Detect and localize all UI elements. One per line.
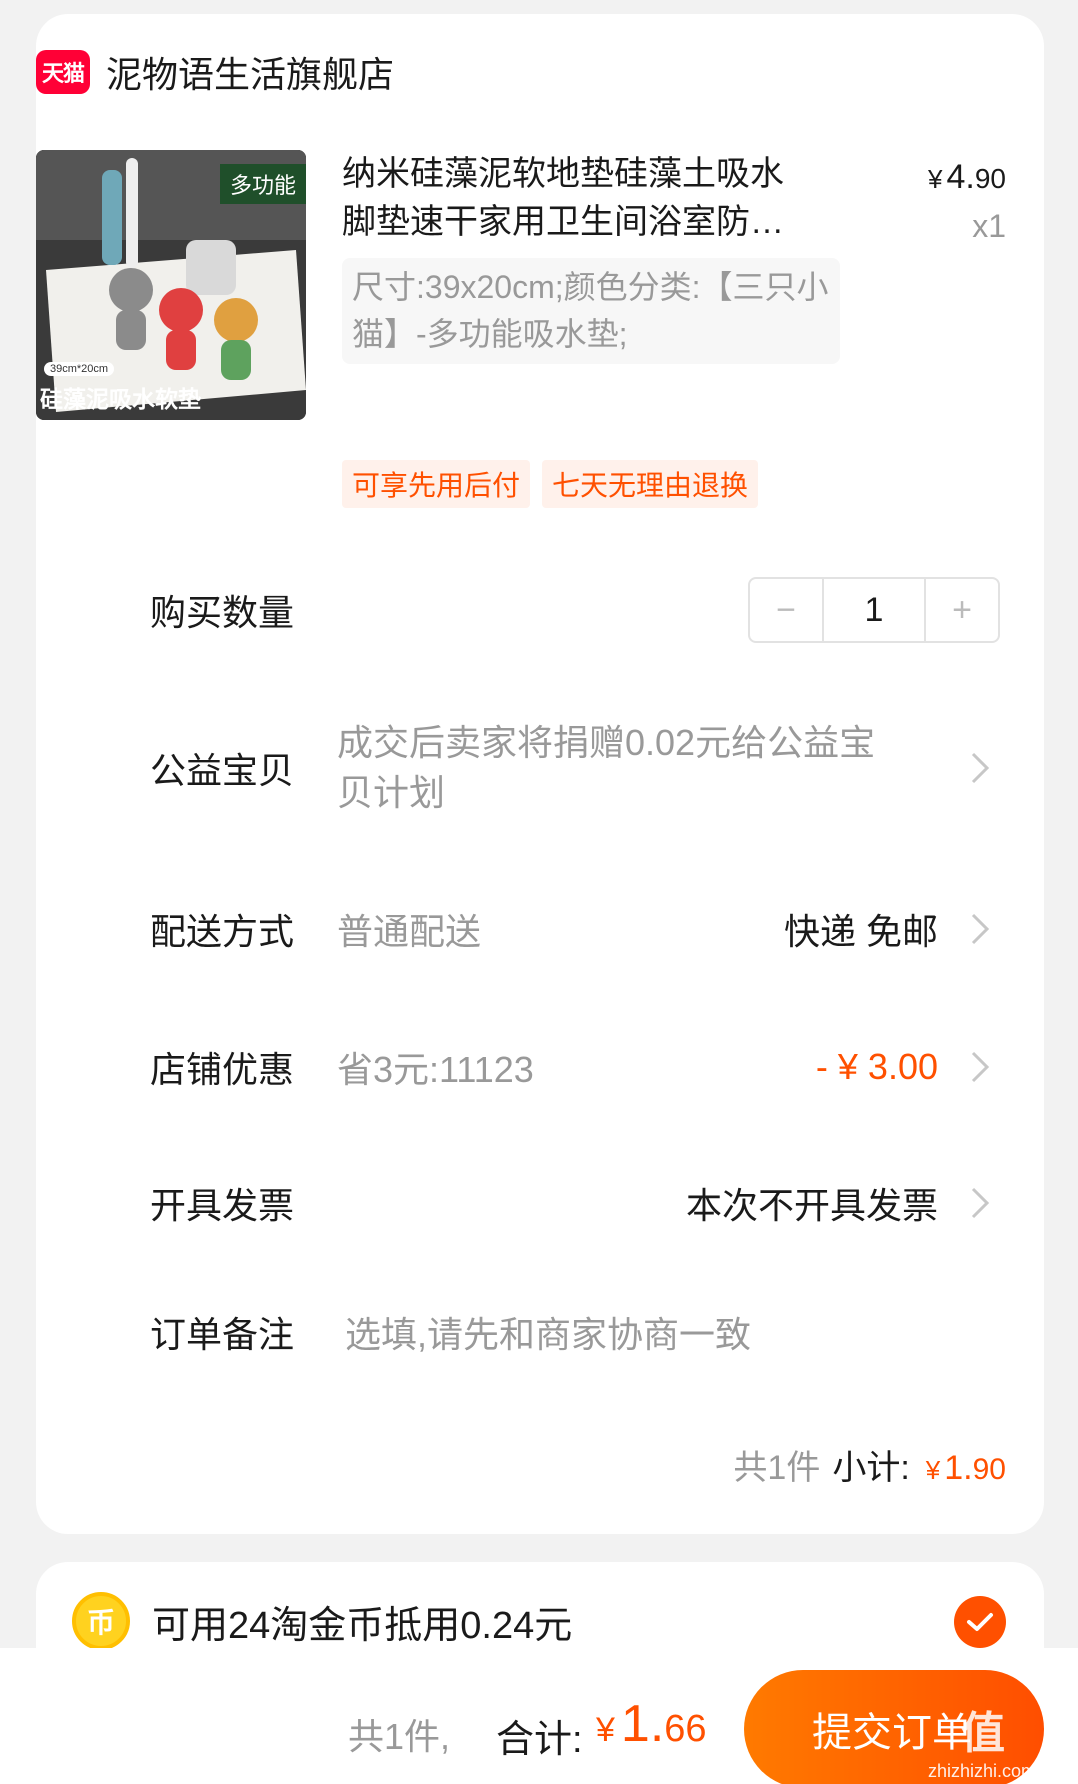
chevron-right-icon (960, 1183, 1000, 1223)
increase-button[interactable]: + (926, 579, 998, 641)
product-image-caption: 硅藻泥吸水软垫 (40, 386, 201, 412)
chevron-right-icon (960, 909, 1000, 949)
badge-seven-day-return: 七天无理由退换 (542, 460, 759, 508)
price-currency: ¥ (928, 164, 943, 194)
check-icon (967, 1613, 993, 1631)
price-dec: 90 (974, 163, 1006, 194)
decrease-button[interactable]: − (750, 579, 822, 641)
subtotal-amount: ¥1.90 (925, 1449, 1006, 1487)
product-image[interactable]: 多功能 39cm*20cm 硅藻泥吸水软垫 (36, 150, 306, 420)
invoice-row[interactable]: 开具发票 本次不开具发票 (150, 1180, 1000, 1226)
shop-discount-label: 店铺优惠 (150, 1049, 295, 1090)
shop-name[interactable]: 泥物语生活旗舰店 (106, 46, 394, 98)
delivery-row[interactable]: 配送方式 普通配送 快递 免邮 (150, 906, 1000, 952)
submit-order-button[interactable]: 提交订单 值 zhizhizhi.com (744, 1670, 1044, 1784)
total-amount: ¥1. 66 (596, 1695, 707, 1753)
product-price: ¥4.90 (928, 158, 1006, 197)
quantity-stepper[interactable]: − 1 + (748, 577, 1000, 643)
total-count: 共1件, (348, 1716, 451, 1757)
product-spec[interactable]: 尺寸:39x20cm;颜色分类:【三只小猫】-多功能吸水垫; (342, 258, 840, 364)
product-quantity: x1 (972, 208, 1006, 244)
chevron-right-icon (960, 1047, 1000, 1087)
total-label: 合计: (496, 1719, 583, 1761)
subtotal-label: 小计: (832, 1449, 910, 1487)
badge-pay-later: 可享先用后付 (342, 460, 531, 508)
shop-discount-amount: - ¥ 3.00 (815, 1046, 938, 1087)
shop-discount-value: 省3元:11123 (337, 1049, 534, 1090)
product-image-tag: 多功能 (219, 164, 306, 204)
shop-discount-row[interactable]: 店铺优惠 省3元:11123 - ¥ 3.00 (150, 1044, 1000, 1090)
subtotal: 共1件 小计: ¥1.90 (733, 1440, 1006, 1489)
coin-checkbox[interactable] (954, 1596, 1006, 1648)
product-image-size-label: 39cm*20cm (44, 362, 115, 376)
invoice-value: 本次不开具发票 (685, 1185, 938, 1226)
charity-label: 公益宝贝 (150, 750, 295, 791)
order-note-label: 订单备注 (150, 1314, 295, 1355)
delivery-label: 配送方式 (150, 911, 295, 952)
quantity-input[interactable]: 1 (822, 579, 926, 641)
charity-value: 成交后卖家将捐赠0.02元给公益宝贝计划 (337, 722, 876, 813)
delivery-method: 快递 免邮 (783, 911, 938, 952)
charity-row[interactable]: 公益宝贝 成交后卖家将捐赠0.02元给公益宝贝计划 (150, 718, 1000, 818)
invoice-label: 开具发票 (150, 1185, 295, 1226)
quantity-label: 购买数量 (150, 592, 295, 633)
shop-header[interactable]: 天猫 泥物语生活旗舰店 (36, 46, 394, 98)
order-note-row: 订单备注 选填,请先和商家协商一致 (150, 1308, 1000, 1356)
service-badges: 可享先用后付 七天无理由退换 (342, 460, 759, 508)
order-note-input[interactable]: 选填,请先和商家协商一致 (345, 1306, 751, 1358)
coin-icon: 币 (72, 1592, 130, 1650)
coin-text: 可用24淘金币抵用0.24元 (152, 1604, 573, 1647)
tmall-logo: 天猫 (36, 50, 90, 94)
site-watermark: 值 zhizhizhi.com (927, 1709, 1036, 1781)
chevron-right-icon (960, 748, 1000, 788)
subtotal-count: 共1件 (733, 1449, 821, 1487)
delivery-value: 普通配送 (337, 911, 482, 952)
price-int: 4. (946, 158, 975, 196)
quantity-row: 购买数量 − 1 + (150, 577, 1000, 643)
coin-row[interactable]: 币 可用24淘金币抵用0.24元 (72, 1592, 572, 1650)
product-title[interactable]: 纳米硅藻泥软地垫硅藻土吸水脚垫速干家用卫生间浴室防滑垫 (342, 150, 812, 246)
